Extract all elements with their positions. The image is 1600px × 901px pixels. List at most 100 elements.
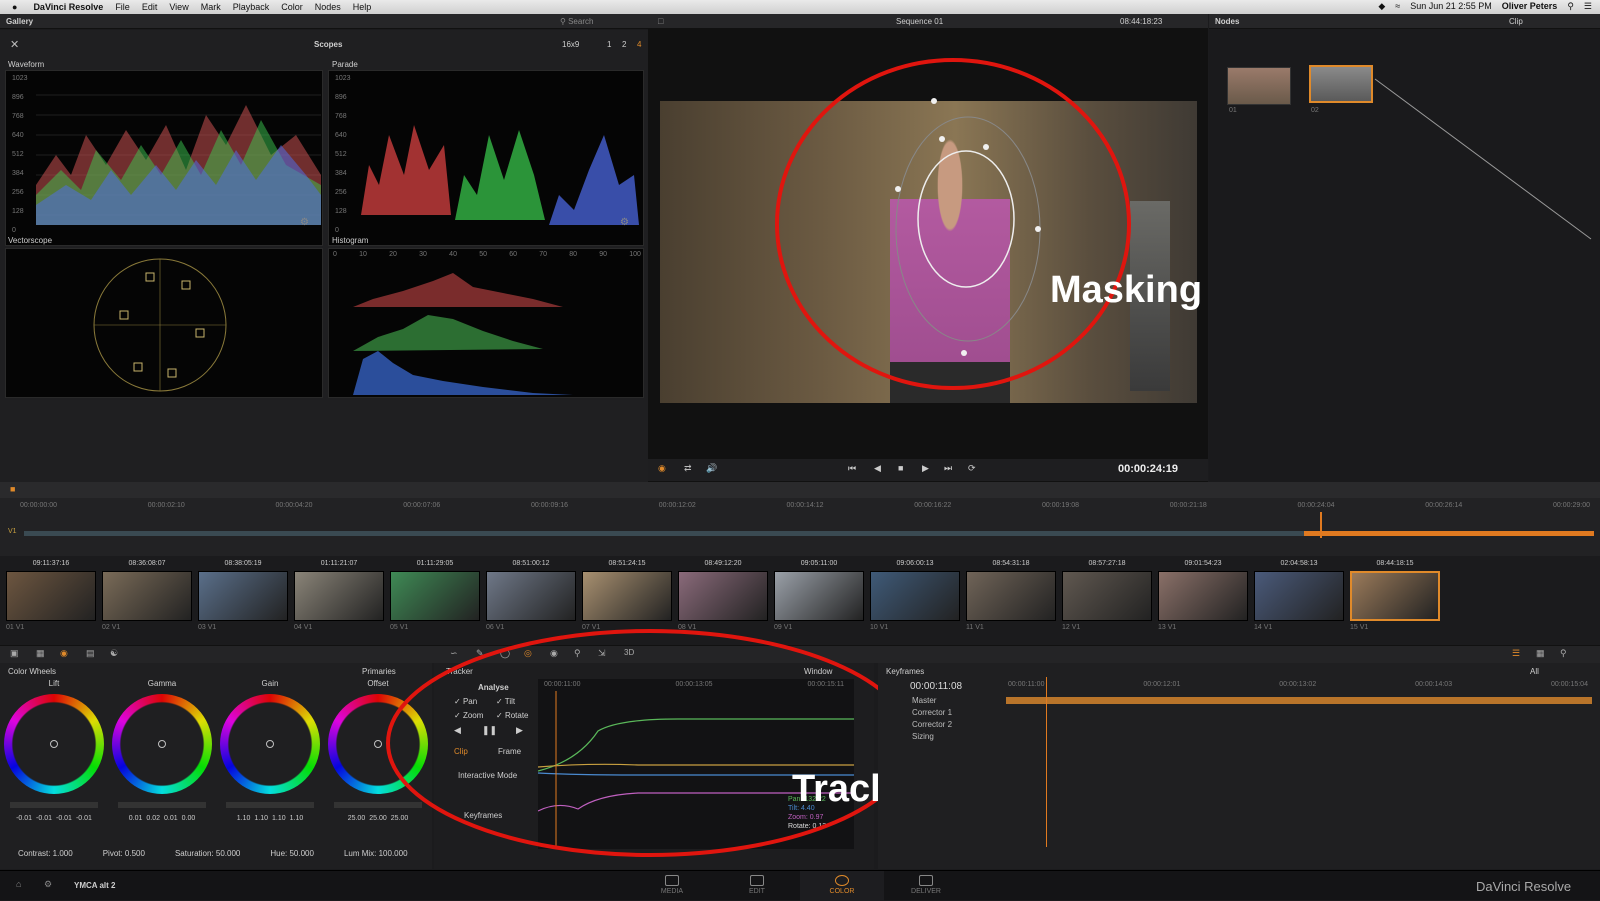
play-icon[interactable]: ▶ xyxy=(922,463,929,474)
wheel-value[interactable]: 25.00 xyxy=(348,815,366,822)
clip-thumbnail[interactable]: 01:11:29:05 05 V1 xyxy=(390,556,480,631)
wheel-value[interactable]: 1.10 xyxy=(272,815,286,822)
clip-thumbnail[interactable]: 01:11:21:07 04 V1 xyxy=(294,556,384,631)
node-01[interactable] xyxy=(1227,67,1291,105)
clip-thumbnail[interactable]: 02:04:58:13 14 V1 xyxy=(1254,556,1344,631)
tab-color[interactable]: COLOR xyxy=(800,871,884,901)
app-menu[interactable]: DaVinci Resolve xyxy=(33,2,103,12)
parade-label[interactable]: Parade xyxy=(332,60,358,69)
timeline-playhead[interactable] xyxy=(1320,512,1322,538)
wheel-value[interactable]: 1.10 xyxy=(290,815,304,822)
clip-thumbnail[interactable]: 08:36:08:07 02 V1 xyxy=(102,556,192,631)
clip-thumbnail[interactable]: 08:54:31:18 11 V1 xyxy=(966,556,1056,631)
clip-thumbnail[interactable]: 08:49:12:20 08 V1 xyxy=(678,556,768,631)
tab-deliver[interactable]: DELIVER xyxy=(904,875,948,895)
keyframe-master-bar[interactable] xyxy=(1006,697,1592,704)
wheel-slider[interactable] xyxy=(10,802,98,808)
tab-media[interactable]: MEDIA xyxy=(650,875,694,895)
clip-thumbnail[interactable]: 09:11:37:16 01 V1 xyxy=(6,556,96,631)
timeline-track-icon[interactable]: ■ xyxy=(10,484,15,494)
motion-effects-icon[interactable]: ☯ xyxy=(110,648,118,659)
keyframe-list-icon[interactable]: ☰ xyxy=(1512,648,1520,659)
wheel-value[interactable]: -0.01 xyxy=(16,815,32,822)
menu-playback[interactable]: Playback xyxy=(233,2,270,12)
clock[interactable]: Sun Jun 21 2:55 PM xyxy=(1410,1,1492,12)
scrub-icon[interactable]: ◉ xyxy=(658,463,666,474)
home-icon[interactable]: ⌂ xyxy=(16,879,21,889)
node-mode-select[interactable]: Clip xyxy=(1509,17,1523,26)
wheel-handle[interactable] xyxy=(266,740,274,748)
wheel-value[interactable]: 0.01 xyxy=(164,815,178,822)
list-icon[interactable]: ☰ xyxy=(1584,1,1592,12)
pivot-value[interactable]: Pivot: 0.500 xyxy=(103,849,145,863)
search-icon[interactable]: ⚲ xyxy=(1567,1,1574,12)
color-match-icon[interactable]: ▦ xyxy=(36,648,45,659)
wheel-ring[interactable] xyxy=(4,694,104,794)
track-master[interactable]: Master xyxy=(912,695,952,707)
shuffle-icon[interactable]: ⇄ xyxy=(684,463,692,474)
node-editor[interactable]: 01 02 xyxy=(1209,29,1600,482)
vectorscope-label[interactable]: Vectorscope xyxy=(8,236,52,245)
clip-thumbnail[interactable]: 08:44:18:15 15 V1 xyxy=(1350,556,1440,631)
scopes-view-2[interactable]: 2 xyxy=(622,40,626,49)
clip-thumbnail[interactable]: 08:38:05:19 03 V1 xyxy=(198,556,288,631)
hue-value[interactable]: Hue: 50.000 xyxy=(270,849,314,863)
menu-view[interactable]: View xyxy=(169,2,188,12)
menu-nodes[interactable]: Nodes xyxy=(315,2,341,12)
stop-icon[interactable]: ■ xyxy=(898,463,903,473)
wheel-value[interactable]: 0.00 xyxy=(182,815,196,822)
menu-edit[interactable]: Edit xyxy=(142,2,158,12)
go-to-start-icon[interactable]: ⏮ xyxy=(848,463,856,474)
scopes-view-1[interactable]: 1 xyxy=(607,40,611,49)
wheel-value[interactable]: 1.10 xyxy=(237,815,251,822)
menu-color[interactable]: Color xyxy=(281,2,303,12)
track-corrector-2[interactable]: Corrector 2 xyxy=(912,719,952,731)
dropbox-icon[interactable]: ◆ xyxy=(1378,1,1385,12)
volume-icon[interactable]: 🔊 xyxy=(706,463,717,474)
contrast-value[interactable]: Contrast: 1.000 xyxy=(18,849,73,863)
scopes-settings-icon-2[interactable]: ⚙ xyxy=(620,217,629,228)
keyframe-playhead[interactable] xyxy=(1046,677,1047,847)
viewer-mode-icon[interactable]: □ xyxy=(658,16,663,26)
clip-thumbnail[interactable]: 09:01:54:23 13 V1 xyxy=(1158,556,1248,631)
wheel-value[interactable]: 0.02 xyxy=(146,815,160,822)
color-wheel-gamma[interactable]: Gamma 0.01 0.02 0.01 0.00 xyxy=(112,679,212,822)
user-name[interactable]: Oliver Peters xyxy=(1502,1,1558,12)
wheel-value[interactable]: -0.01 xyxy=(76,815,92,822)
current-clip-range[interactable] xyxy=(1304,531,1594,536)
zoom-icon[interactable]: ⚲ xyxy=(1560,648,1567,659)
histogram-label[interactable]: Histogram xyxy=(332,236,368,245)
keyframes-filter-select[interactable]: All xyxy=(1530,667,1539,676)
menu-file[interactable]: File xyxy=(115,2,130,12)
tab-edit[interactable]: EDIT xyxy=(735,875,779,895)
track-corrector-1[interactable]: Corrector 1 xyxy=(912,707,952,719)
settings-icon[interactable]: ⚙ xyxy=(44,879,52,890)
scopes-settings-icon[interactable]: ⚙ xyxy=(300,217,309,228)
camera-raw-icon[interactable]: ▣ xyxy=(10,648,19,659)
wifi-icon[interactable]: ≈ xyxy=(1395,1,1400,12)
wheel-ring[interactable] xyxy=(220,694,320,794)
wheel-value[interactable]: -0.01 xyxy=(56,815,72,822)
wheel-value[interactable]: 0.01 xyxy=(129,815,143,822)
color-wheel-gain[interactable]: Gain 1.10 1.10 1.10 1.10 xyxy=(220,679,320,822)
scopes-view-4[interactable]: 4 xyxy=(637,40,641,49)
rgb-mixer-icon[interactable]: ▤ xyxy=(86,648,95,659)
wheel-handle[interactable] xyxy=(374,740,382,748)
gallery-search[interactable]: ⚲ Search xyxy=(560,17,593,26)
waveform-label[interactable]: Waveform xyxy=(8,60,44,69)
menu-help[interactable]: Help xyxy=(353,2,372,12)
gallery-title[interactable]: Gallery xyxy=(6,17,33,26)
saturation-value[interactable]: Saturation: 50.000 xyxy=(175,849,240,863)
clip-thumbnail[interactable]: 09:06:00:13 10 V1 xyxy=(870,556,960,631)
wheel-value[interactable]: -0.01 xyxy=(36,815,52,822)
clip-thumbnail[interactable]: 09:05:11:00 09 V1 xyxy=(774,556,864,631)
wheel-ring[interactable] xyxy=(112,694,212,794)
clip-thumbnail[interactable]: 08:51:00:12 06 V1 xyxy=(486,556,576,631)
close-icon[interactable]: ✕ xyxy=(10,38,19,51)
color-wheel-lift[interactable]: Lift -0.01 -0.01 -0.01 -0.01 xyxy=(4,679,104,822)
clip-thumbnail[interactable]: 08:51:24:15 07 V1 xyxy=(582,556,672,631)
loop-icon[interactable]: ⟳ xyxy=(968,463,976,474)
wheel-slider[interactable] xyxy=(226,802,314,808)
sequence-name[interactable]: Sequence 01 xyxy=(896,17,943,26)
wheel-slider[interactable] xyxy=(118,802,206,808)
